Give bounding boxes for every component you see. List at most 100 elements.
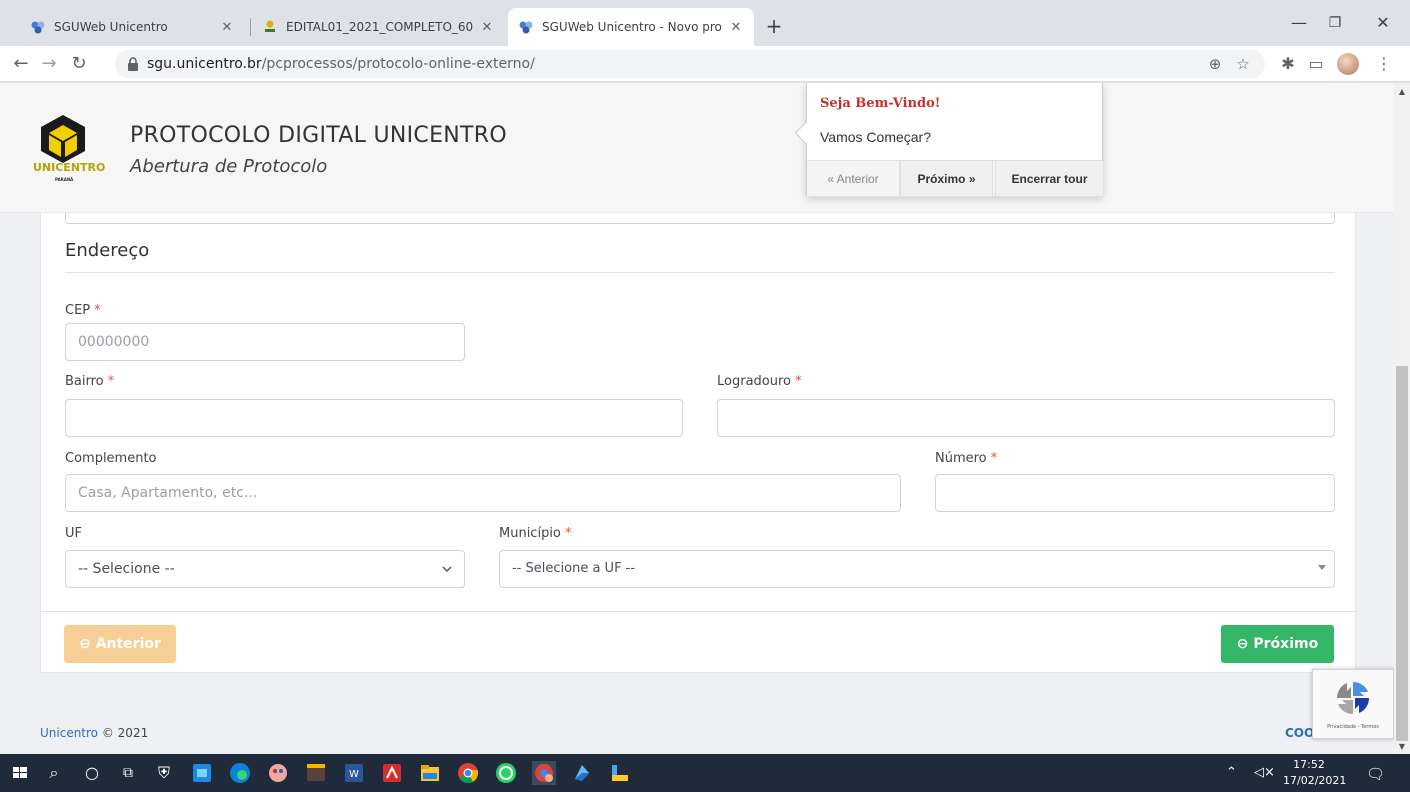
- chrome-profile-icon[interactable]: [532, 761, 556, 785]
- clock-date: 17/02/2021: [1283, 774, 1347, 787]
- numero-label-text: Número: [935, 451, 987, 466]
- search-icon[interactable]: ⌕: [42, 762, 66, 784]
- browser-menu-icon[interactable]: ⋮: [1372, 52, 1396, 76]
- complemento-placeholder: Casa, Apartamento, etc...: [78, 485, 258, 501]
- cep-label-text: CEP: [65, 303, 91, 318]
- cep-input[interactable]: 00000000: [65, 323, 465, 361]
- browser-tab-3[interactable]: SGUWeb Unicentro - Novo proto ✕: [508, 8, 754, 46]
- files-app-icon[interactable]: [608, 761, 632, 785]
- tab-separator: [250, 18, 251, 36]
- tour-title: Seja Bem-Vindo!: [820, 96, 941, 111]
- movie-maker-icon[interactable]: [304, 761, 328, 785]
- uf-select[interactable]: -- Selecione --: [65, 550, 465, 588]
- logo-text: UNICENTRO: [33, 161, 106, 174]
- cast-icon[interactable]: ▭: [1304, 52, 1328, 76]
- paint-app-icon[interactable]: [266, 761, 290, 785]
- municipio-select[interactable]: -- Selecione a UF --: [499, 550, 1335, 588]
- profile-avatar[interactable]: [1337, 53, 1359, 75]
- close-tab-icon[interactable]: ✕: [728, 20, 744, 35]
- url-path: /pcprocessos/protocolo-online-externo/: [261, 56, 535, 72]
- taskbar-clock[interactable]: 17:52 17/02/2021: [1283, 757, 1347, 789]
- bairro-label: Bairro *: [65, 374, 114, 389]
- footer-year: © 2021: [101, 726, 149, 740]
- anterior-label: Anterior: [95, 636, 161, 652]
- tour-next-button[interactable]: Próximo »: [900, 161, 993, 197]
- reload-icon[interactable]: ↻: [66, 51, 92, 77]
- bookmark-star-icon[interactable]: ☆: [1233, 54, 1253, 74]
- municipio-selected-value: -- Selecione a UF --: [512, 561, 636, 576]
- scroll-up-icon[interactable]: ▲: [1394, 85, 1410, 99]
- forward-arrow-icon[interactable]: →: [36, 51, 62, 77]
- close-tab-icon[interactable]: ✕: [219, 20, 235, 35]
- caret-down-icon: [1318, 565, 1326, 570]
- browser-tab-1[interactable]: SGUWeb Unicentro ✕: [20, 8, 245, 46]
- required-mark: *: [94, 303, 101, 318]
- task-view-icon[interactable]: ⧉: [116, 762, 140, 784]
- tray-expand-icon[interactable]: ⌃: [1226, 765, 1237, 780]
- proximo-button[interactable]: ⊖ Próximo: [1221, 625, 1334, 663]
- tour-prev-button[interactable]: « Anterior: [807, 161, 900, 197]
- scrollbar-thumb[interactable]: [1396, 366, 1408, 741]
- sgu-favicon-icon: [31, 21, 45, 34]
- tour-navigation: « Anterior Próximo » Encerrar tour: [807, 160, 1103, 197]
- logradouro-label-text: Logradouro: [717, 374, 791, 389]
- tour-popover: Seja Bem-Vindo! Vamos Começar? « Anterio…: [794, 83, 1103, 197]
- bairro-label-text: Bairro: [65, 374, 104, 389]
- notification-center-icon[interactable]: 🗨: [1366, 765, 1385, 783]
- required-mark: *: [565, 526, 572, 541]
- numero-input[interactable]: [935, 474, 1335, 512]
- security-shield-icon[interactable]: ⛨: [152, 762, 176, 784]
- zoom-icon[interactable]: ⊕: [1205, 54, 1225, 74]
- footer-brand-link[interactable]: Unicentro: [40, 726, 98, 740]
- close-window-button[interactable]: ✕: [1368, 10, 1398, 36]
- word-app-icon[interactable]: W: [342, 761, 366, 785]
- scroll-down-icon[interactable]: ▼: [1394, 740, 1410, 754]
- close-tab-icon[interactable]: ✕: [479, 20, 495, 35]
- footer-right-link[interactable]: COO: [1285, 726, 1314, 740]
- recaptcha-icon: [1336, 681, 1370, 715]
- tab-title: EDITAL01_2021_COMPLETO_6028: [286, 20, 473, 34]
- file-explorer-icon[interactable]: [418, 761, 442, 785]
- section-title: Endereço: [65, 240, 150, 261]
- back-arrow-icon[interactable]: ←: [8, 51, 34, 77]
- acrobat-pdf-icon[interactable]: [380, 761, 404, 785]
- page-viewport: Endereço CEP * 00000000 Bairro * Logrado…: [0, 83, 1394, 754]
- complemento-label-text: Complemento: [65, 451, 157, 466]
- uf-label-text: UF: [65, 526, 82, 541]
- lock-icon: [128, 57, 138, 71]
- circle-arrow-left-icon: ⊖: [79, 636, 91, 652]
- logradouro-input[interactable]: [717, 399, 1335, 437]
- chrome-browser-icon[interactable]: [456, 761, 480, 785]
- footer-copyright: Unicentro © 2021: [40, 726, 148, 740]
- section-divider: [65, 272, 1335, 273]
- anterior-button[interactable]: ⊖ Anterior: [64, 625, 176, 663]
- tour-end-button[interactable]: Encerrar tour: [995, 161, 1103, 197]
- url-text: sgu.unicentro.br/pcprocessos/protocolo-o…: [147, 56, 535, 72]
- numero-label: Número *: [935, 451, 997, 466]
- complemento-input[interactable]: Casa, Apartamento, etc...: [65, 474, 901, 512]
- store-app-icon[interactable]: [190, 761, 214, 785]
- bairro-input[interactable]: [65, 399, 683, 437]
- whatsapp-icon[interactable]: [494, 761, 518, 785]
- restore-window-button[interactable]: ❐: [1320, 10, 1350, 36]
- page-footer: Unicentro © 2021 COO: [0, 708, 1394, 754]
- notes-app-icon[interactable]: [570, 761, 594, 785]
- sgu-favicon-icon: [519, 21, 533, 34]
- chevron-down-icon: [442, 566, 452, 573]
- address-bar[interactable]: sgu.unicentro.br/pcprocessos/protocolo-o…: [115, 50, 1265, 78]
- url-host: sgu.unicentro.br: [147, 56, 262, 72]
- edge-browser-icon[interactable]: [228, 761, 252, 785]
- volume-muted-icon[interactable]: ◁×: [1254, 765, 1275, 780]
- recaptcha-badge[interactable]: Privacidade - Termos: [1312, 669, 1394, 739]
- browser-tab-2[interactable]: EDITAL01_2021_COMPLETO_6028 ✕: [252, 8, 505, 46]
- page-title: PROTOCOLO DIGITAL UNICENTRO: [130, 123, 507, 148]
- windows-start-icon[interactable]: [8, 761, 32, 785]
- tab-title: SGUWeb Unicentro - Novo proto: [542, 20, 722, 34]
- cortana-icon[interactable]: ○: [80, 762, 104, 784]
- minimize-window-button[interactable]: —: [1284, 10, 1314, 36]
- municipio-label: Município *: [499, 526, 572, 541]
- browser-tab-bar: SGUWeb Unicentro ✕ EDITAL01_2021_COMPLET…: [0, 0, 1410, 46]
- new-tab-button[interactable]: +: [760, 12, 788, 40]
- extensions-puzzle-icon[interactable]: ✱: [1276, 52, 1300, 76]
- cep-placeholder: 00000000: [78, 334, 150, 350]
